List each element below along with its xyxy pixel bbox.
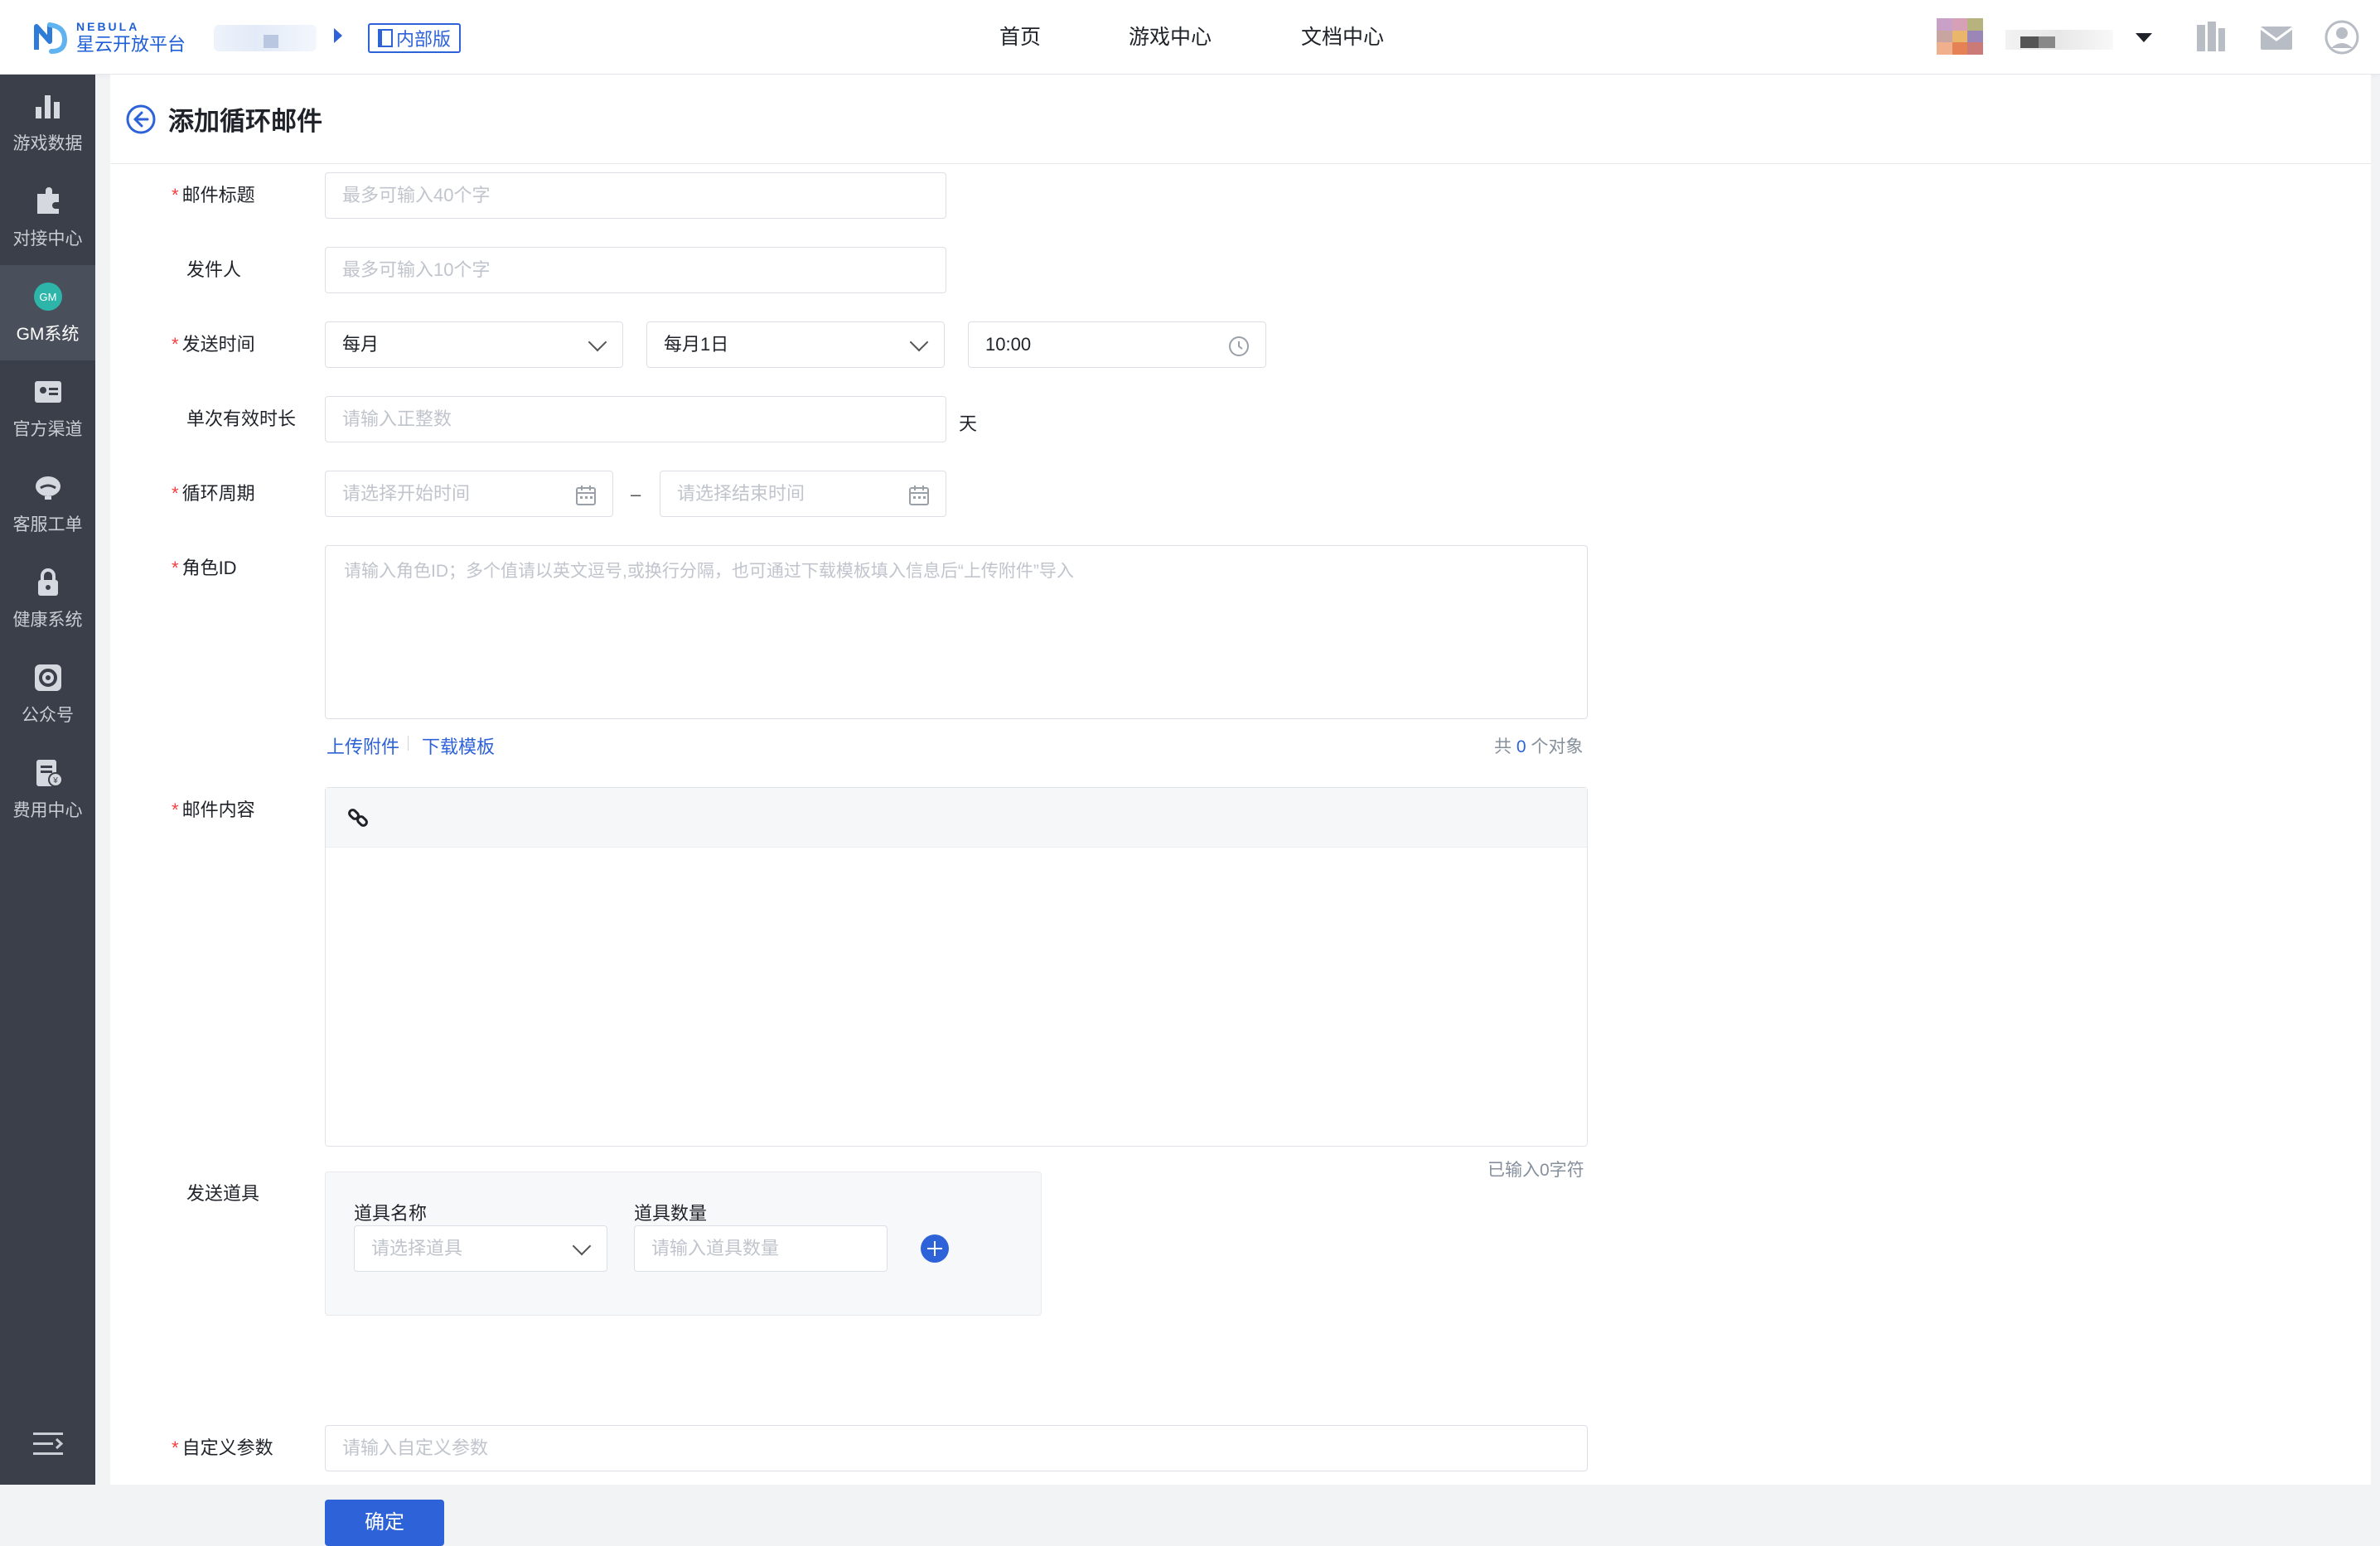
sidebar-item-integration[interactable]: 对接中心 <box>0 170 95 265</box>
nav-game-center[interactable]: 游戏中心 <box>1129 0 1212 75</box>
sidebar-item-label: 客服工单 <box>12 515 83 534</box>
sidebar-item-billing[interactable]: ¥ 费用中心 <box>0 742 95 837</box>
item-select[interactable]: 请选择道具 <box>354 1225 607 1272</box>
duration-label: 单次有效时长 <box>186 408 297 429</box>
cycle-separator: – <box>631 484 641 505</box>
link-icon[interactable] <box>347 807 369 829</box>
day-select[interactable]: 每月1日 <box>646 321 945 368</box>
role-id-label: * 角色ID <box>172 558 237 578</box>
add-item-icon[interactable] <box>921 1234 949 1263</box>
upload-attachment-link[interactable]: 上传附件 <box>327 732 399 759</box>
item-name-label: 道具名称 <box>354 1203 428 1224</box>
chevron-down-icon <box>588 332 607 352</box>
brand-cn: 星云开放平台 <box>76 34 186 55</box>
mail-title-input[interactable]: 最多可输入40个字 <box>325 172 946 219</box>
nav-doc-center[interactable]: 文档中心 <box>1301 0 1384 75</box>
download-template-link[interactable]: 下载模板 <box>422 732 495 759</box>
item-qty-label: 道具数量 <box>634 1203 708 1224</box>
cycle-end-input[interactable]: 请选择结束时间 <box>660 471 946 517</box>
back-icon[interactable] <box>125 104 157 135</box>
send-time-label: * 发送时间 <box>172 334 255 355</box>
sidebar-item-customer-service[interactable]: 客服工单 <box>0 456 95 551</box>
sidebar-item-label: 游戏数据 <box>12 133 83 153</box>
main-content: 添加循环邮件 * 邮件标题 最多可输入40个字 发件人 最多可输入10个字 * 发送… <box>110 75 2371 1546</box>
id-card-icon <box>34 380 61 403</box>
chevron-down-icon <box>572 1236 592 1256</box>
sidebar-item-official-channel[interactable]: 官方渠道 <box>0 360 95 456</box>
gm-icon: GM <box>33 282 62 311</box>
link-divider <box>408 736 409 751</box>
sidebar-collapse-icon[interactable] <box>31 1430 65 1458</box>
frequency-select[interactable]: 每月 <box>325 321 623 368</box>
headset-icon <box>35 476 60 500</box>
cycle-label: * 循环周期 <box>172 483 255 504</box>
gm-icon-text: GM <box>39 291 56 303</box>
page-header: 添加循环邮件 <box>110 75 2371 164</box>
bar-chart-icon <box>35 94 60 118</box>
top-nav: 首页 游戏中心 文档中心 <box>999 0 1384 75</box>
frequency-value: 每月 <box>342 334 380 355</box>
sender-label: 发件人 <box>186 259 242 280</box>
confirm-button[interactable]: 确定 <box>325 1500 444 1546</box>
user-name-blurred[interactable] <box>2005 30 2113 50</box>
internal-badge-label: 内部版 <box>396 29 452 50</box>
brand-logo[interactable]: NEBULA 星云开放平台 <box>31 18 186 56</box>
bill-icon: ¥ <box>36 759 63 787</box>
sidebar-item-label: GM系统 <box>16 324 80 344</box>
custom-params-input[interactable]: 请输入自定义参数 <box>325 1425 1588 1471</box>
page-title: 添加循环邮件 <box>168 107 322 136</box>
sidebar: 游戏数据 对接中心 GM GM系统 官方渠道 客服工单 健康系统 公众号 ¥ 费… <box>0 75 95 1485</box>
role-count: 共 0 个对象 <box>1494 737 1584 756</box>
day-value: 每月1日 <box>664 334 729 355</box>
puzzle-icon <box>36 186 59 214</box>
mail-content-label: * 邮件内容 <box>172 800 255 820</box>
nebula-logo-icon <box>34 22 68 54</box>
sender-input[interactable]: 最多可输入10个字 <box>325 247 946 293</box>
items-panel: 道具名称 道具数量 请选择道具 请输入道具数量 <box>325 1172 1042 1316</box>
time-picker[interactable]: 10:00 <box>968 321 1266 368</box>
sidebar-item-game-data[interactable]: 游戏数据 <box>0 75 95 170</box>
role-id-textarea[interactable]: 请输入角色ID；多个值请以英文逗号,或换行分隔，也可通过下载模板填入信息后“上传… <box>325 545 1588 719</box>
svg-text:¥: ¥ <box>52 776 58 785</box>
sidebar-item-official-account[interactable]: 公众号 <box>0 646 95 742</box>
cycle-start-input[interactable]: 请选择开始时间 <box>325 471 613 517</box>
sidebar-item-label: 费用中心 <box>12 800 83 820</box>
wechat-icon <box>34 664 61 691</box>
sidebar-item-label: 公众号 <box>22 705 74 725</box>
docs-icon[interactable] <box>2194 20 2228 55</box>
chevron-down-icon <box>909 332 929 352</box>
calendar-icon <box>576 486 596 505</box>
top-bar: NEBULA 星云开放平台 内部版 首页 游戏中心 文档中心 <box>0 0 2380 75</box>
sidebar-item-health[interactable]: 健康系统 <box>0 551 95 646</box>
clock-icon <box>1229 336 1249 356</box>
char-count: 已输入0字符 <box>1488 1161 1584 1180</box>
user-menu-caret-icon[interactable] <box>2136 33 2152 42</box>
lock-icon <box>37 568 58 596</box>
user-avatar[interactable] <box>1937 18 1983 55</box>
book-icon <box>378 29 393 47</box>
mail-title-label: * 邮件标题 <box>172 185 255 205</box>
sidebar-item-gm[interactable]: GM GM系统 <box>0 265 95 360</box>
rich-text-editor[interactable] <box>325 787 1588 1147</box>
account-icon[interactable] <box>2324 20 2359 55</box>
mail-icon[interactable] <box>2259 20 2294 55</box>
game-name-blurred[interactable] <box>214 25 317 51</box>
nav-home[interactable]: 首页 <box>999 0 1041 75</box>
send-items-label: 发送道具 <box>186 1183 260 1204</box>
breadcrumb-arrow-icon <box>334 28 342 43</box>
time-value: 10:00 <box>985 334 1032 355</box>
duration-input[interactable]: 请输入正整数 <box>325 396 946 442</box>
custom-params-label: * 自定义参数 <box>172 1437 273 1458</box>
internal-badge: 内部版 <box>368 23 462 53</box>
calendar-icon <box>909 486 929 505</box>
sidebar-item-label: 官方渠道 <box>12 419 83 439</box>
sidebar-item-label: 健康系统 <box>12 610 83 630</box>
duration-unit: 天 <box>959 413 978 434</box>
editor-toolbar <box>326 788 1587 848</box>
brand-en: NEBULA <box>76 20 140 33</box>
sidebar-item-label: 对接中心 <box>12 229 83 249</box>
item-qty-input[interactable]: 请输入道具数量 <box>634 1225 888 1272</box>
